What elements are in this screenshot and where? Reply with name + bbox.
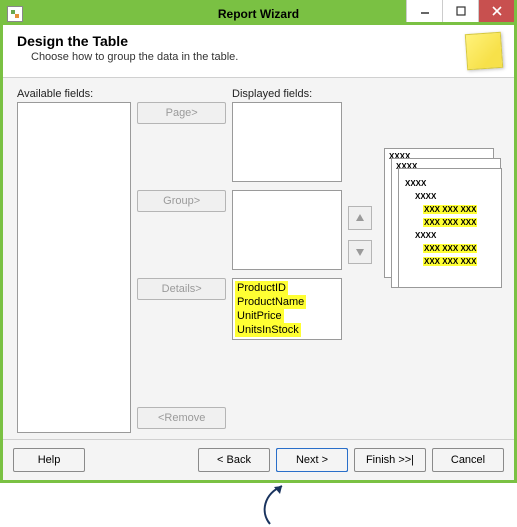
- displayed-fields-label: Displayed fields:: [232, 88, 342, 100]
- minimize-icon: [420, 6, 430, 16]
- close-icon: [492, 6, 502, 16]
- close-button[interactable]: [478, 0, 514, 22]
- wizard-header: Design the Table Choose how to group the…: [3, 25, 514, 78]
- help-button[interactable]: Help: [13, 448, 85, 472]
- page-button[interactable]: Page>: [137, 102, 226, 124]
- arrow-down-icon: [355, 247, 365, 257]
- move-up-button[interactable]: [348, 206, 372, 230]
- page-title: Design the Table: [17, 33, 238, 49]
- group-button[interactable]: Group>: [137, 190, 226, 212]
- wizard-footer: Help < Back Next > Finish >>| Cancel: [3, 439, 514, 480]
- list-item[interactable]: ProductID: [235, 281, 288, 295]
- next-button[interactable]: Next >: [276, 448, 348, 472]
- list-item[interactable]: ProductName: [235, 295, 306, 309]
- available-fields-listbox[interactable]: [17, 102, 131, 433]
- maximize-button[interactable]: [442, 0, 478, 22]
- page-subtitle: Choose how to group the data in the tabl…: [31, 51, 238, 63]
- maximize-icon: [456, 6, 466, 16]
- layout-preview: XXXX XXXX XXXX XXXX XXX XXX XXX XXX XXX …: [384, 148, 504, 298]
- cancel-button[interactable]: Cancel: [432, 448, 504, 472]
- wizard-window: Report Wizard Design the Table Choose ho…: [0, 0, 517, 483]
- group-fields-listbox[interactable]: [232, 190, 342, 270]
- finish-button[interactable]: Finish >>|: [354, 448, 426, 472]
- remove-button[interactable]: <Remove: [137, 407, 226, 429]
- note-icon: [465, 32, 503, 70]
- app-icon: [7, 6, 23, 22]
- minimize-button[interactable]: [406, 0, 442, 22]
- details-fields-listbox[interactable]: ProductID ProductName UnitPrice UnitsInS…: [232, 278, 342, 340]
- details-button[interactable]: Details>: [137, 278, 226, 300]
- annotation-arrow: [0, 483, 517, 523]
- move-down-button[interactable]: [348, 240, 372, 264]
- wizard-body: Available fields: Page> Group> Details> …: [3, 78, 514, 439]
- arrow-up-icon: [355, 213, 365, 223]
- window-buttons: [406, 0, 514, 22]
- page-fields-listbox[interactable]: [232, 102, 342, 182]
- available-fields-label: Available fields:: [17, 88, 131, 100]
- list-item[interactable]: UnitPrice: [235, 309, 284, 323]
- titlebar: Report Wizard: [3, 3, 514, 25]
- list-item[interactable]: UnitsInStock: [235, 323, 301, 337]
- back-button[interactable]: < Back: [198, 448, 270, 472]
